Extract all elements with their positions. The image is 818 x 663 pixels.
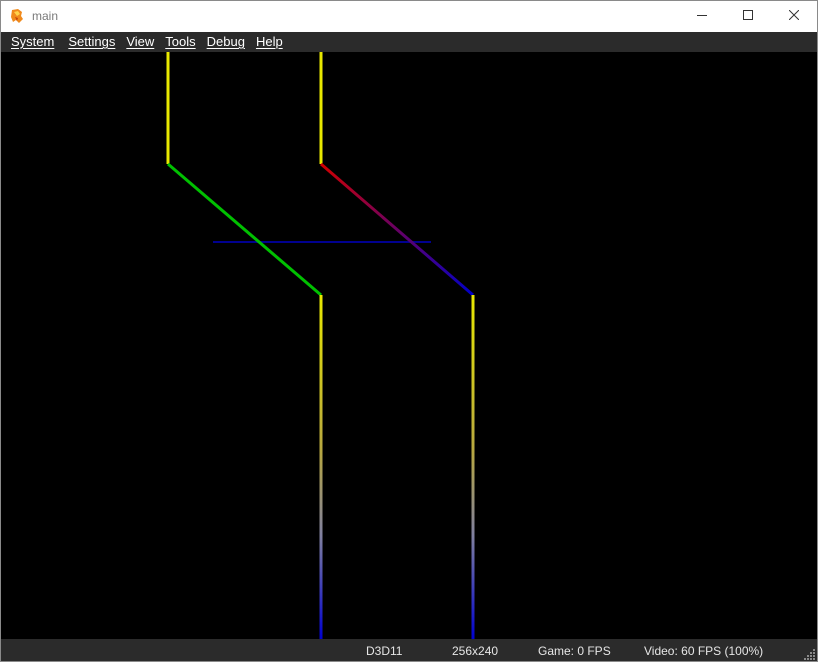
game-render (166, 52, 475, 639)
maximize-icon (743, 7, 753, 25)
maximize-button[interactable] (725, 1, 771, 31)
status-bar: D3D11 256x240 Game: 0 FPS Video: 60 FPS … (1, 639, 817, 661)
video-viewport[interactable] (1, 52, 817, 639)
menu-bar: System Settings View Tools Debug Help (1, 32, 817, 52)
status-driver: D3D11 (366, 644, 403, 658)
right-path-diagonal (320, 162, 474, 297)
close-icon (788, 7, 800, 25)
minimize-button[interactable] (679, 1, 725, 31)
window-title: main (32, 9, 59, 23)
minimize-icon (697, 7, 707, 25)
title-bar[interactable]: main (1, 1, 817, 32)
menu-settings[interactable]: Settings (63, 32, 121, 52)
menu-tools[interactable]: Tools (160, 32, 201, 52)
menu-help[interactable]: Help (251, 32, 289, 52)
menu-system[interactable]: System (1, 32, 60, 52)
ares-emulator-icon (9, 8, 25, 24)
close-button[interactable] (771, 1, 817, 31)
left-path-diagonal (167, 162, 322, 297)
status-video-fps: Video: 60 FPS (100%) (644, 644, 764, 658)
status-game-fps: Game: 0 FPS (538, 644, 611, 658)
emulator-window: main System Settings View Tools Debug He… (0, 0, 818, 662)
resize-grip-icon[interactable] (804, 648, 816, 660)
menu-debug[interactable]: Debug (202, 32, 251, 52)
status-resolution: 256x240 (452, 644, 499, 658)
menu-view[interactable]: View (121, 32, 160, 52)
